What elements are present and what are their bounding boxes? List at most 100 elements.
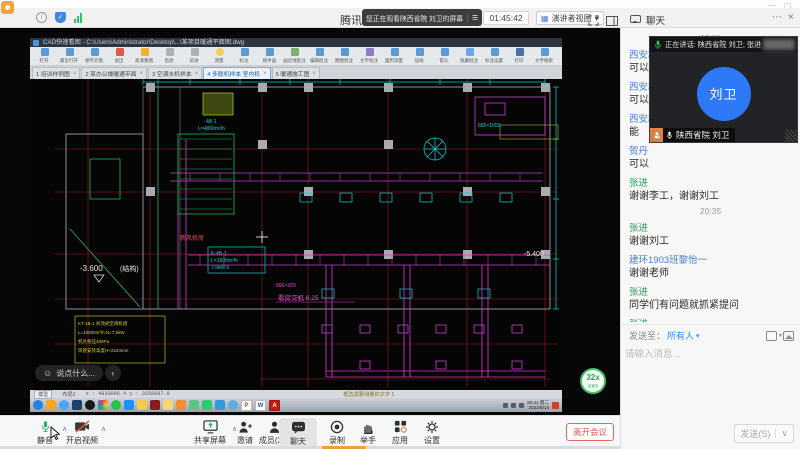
svg-text:KT-1B-1 吊顶式空调机组: KT-1B-1 吊顶式空调机组 xyxy=(78,320,128,327)
cad-file-tab: 2 某办公楼暖通平面× xyxy=(81,67,147,79)
cad-tool: 打印 xyxy=(507,48,532,64)
caret-down-icon[interactable]: ▾ xyxy=(696,332,700,340)
meeting-info-icon[interactable]: i xyxy=(36,12,47,23)
meeting-top-bar: i ✓ 腾讯会议 您正在观看陕西省院 刘卫的屏幕 ☰ 01:45:42 ▦ 演讲… xyxy=(0,8,800,28)
highlight-fan xyxy=(203,93,233,115)
apps-grid-icon xyxy=(394,420,407,433)
meeting-timer: 01:45:42 xyxy=(483,11,529,25)
room-label: 新风机房 xyxy=(180,234,204,242)
avatar: 刘卫 xyxy=(697,67,751,121)
tray-icon xyxy=(511,403,516,408)
svg-text:800×320: 800×320 xyxy=(276,283,296,289)
cursor-crosshair xyxy=(256,231,268,243)
taskbar-app-icon xyxy=(33,400,43,410)
send-options-caret-icon[interactable]: ∨ xyxy=(781,428,788,439)
notification-badge xyxy=(552,402,559,409)
leave-meeting-button[interactable]: 离开会议 xyxy=(566,423,614,441)
chat-bubble-icon xyxy=(630,15,641,23)
tab-close-icon: × xyxy=(312,71,316,77)
quick-chat-placeholder[interactable]: 说点什么... xyxy=(56,368,95,379)
svg-text:(结构): (结构) xyxy=(120,264,139,273)
cad-tab-bar: 1 培训样例图× 2 某办公楼暖通平面× 3 空调水机样本× 4 多联机样本 室… xyxy=(30,66,562,79)
chat-more-icon[interactable]: ⋯ xyxy=(772,12,782,23)
taskbar-app-icon xyxy=(137,400,147,410)
tab-close-icon: × xyxy=(263,71,267,77)
svg-text:机外余压480Pa: 机外余压480Pa xyxy=(78,338,110,345)
shared-windows-taskbar: P W A 20:41 周二 2022/6/14 xyxy=(30,398,562,412)
chat-button[interactable]: 聊天 xyxy=(279,418,317,449)
chat-close-icon[interactable]: × xyxy=(788,12,794,23)
settings-button[interactable]: 设置 xyxy=(410,419,454,446)
watching-label: 您正在观看陕西省院 刘卫的屏幕 xyxy=(366,13,463,23)
taskbar-app-icon xyxy=(98,400,108,410)
image-icon[interactable] xyxy=(783,331,794,341)
model-tab: 模型 xyxy=(34,390,52,399)
floor-plan-drawing: K-4B-1 L=1500m³/h 7.5kW 6 4B-1 L=4800m³/… xyxy=(30,79,562,390)
send-to-row: 发送至： 所有人 ▾ xyxy=(629,329,794,342)
cad-tool: 画云线批注 xyxy=(282,48,307,64)
share-screen-icon xyxy=(203,420,218,434)
menu-icon[interactable]: ☰ xyxy=(472,14,478,22)
participant-name-bar: 陕西省院 刘卫 xyxy=(650,128,735,142)
security-shield-icon[interactable]: ✓ xyxy=(55,12,66,23)
tab-close-icon: × xyxy=(195,71,199,77)
cad-tool: 高清看图 xyxy=(132,48,157,64)
invite-person-icon xyxy=(238,420,253,434)
taskbar-app-icon xyxy=(59,400,69,410)
desktop-strip xyxy=(0,0,800,8)
speaker-video-thumbnail[interactable]: 正在讲话: 陕西省院 刘卫; 张进 刘卫 陕西省院 刘卫 xyxy=(650,37,797,142)
mouse-cursor xyxy=(50,426,62,440)
participant-name: 陕西省院 刘卫 xyxy=(676,129,729,141)
taskbar-clock: 20:41 周二 2022/6/14 xyxy=(527,400,549,410)
floating-app-icon[interactable] xyxy=(1,1,14,14)
taskbar-app-icon xyxy=(189,400,199,410)
cad-file-tab: 3 空调水机样本× xyxy=(148,67,202,79)
mic-icon xyxy=(666,131,673,140)
chat-sender: 贺丹 xyxy=(629,143,792,157)
quick-chat-bubble[interactable]: ☺ 说点什么... ‹ xyxy=(35,365,121,381)
chat-message: 谢谢李工，谢谢刘工 xyxy=(629,190,792,203)
network-signal-icon xyxy=(74,13,82,23)
gear-icon xyxy=(425,420,439,434)
send-button[interactable]: 发送(S) ∨ xyxy=(734,424,794,443)
cad-file-tab-active: 4 多联机样本 室内机× xyxy=(203,67,270,79)
chat-input[interactable] xyxy=(625,346,797,424)
watching-screen-pill[interactable]: 您正在观看陕西省院 刘卫的屏幕 ☰ xyxy=(362,9,482,26)
chat-sender: 张进 xyxy=(629,220,792,234)
powerpoint-icon: P xyxy=(241,400,252,411)
start-video-button[interactable]: 开启视频 xyxy=(60,419,104,446)
chat-message: 谢谢老师 xyxy=(629,267,792,280)
chat-sender: 张进 xyxy=(629,284,792,298)
pdf-icon: A xyxy=(269,400,280,411)
tray-icon xyxy=(519,403,524,408)
video-options-chevron[interactable]: ∧ xyxy=(101,425,106,433)
chat-timestamp: 20:35 xyxy=(629,206,792,216)
hand-icon xyxy=(362,420,374,434)
view-mode-label: 演讲者视图 xyxy=(552,13,592,24)
taskbar-app-icon xyxy=(150,400,160,410)
cad-tool: 打开 xyxy=(32,48,57,64)
emoji-icon[interactable]: ☺ xyxy=(43,368,52,378)
screenshot-icon[interactable] xyxy=(766,331,777,341)
svg-text:L=10000m³/h N=7.5kW: L=10000m³/h N=7.5kW xyxy=(78,330,125,335)
resize-hatch xyxy=(650,130,662,142)
word-icon: W xyxy=(255,400,266,411)
yellow-notes-block: KT-1B-1 吊顶式空调机组 L=10000m³/h N=7.5kW 机外余压… xyxy=(75,125,558,363)
taskbar-app-icon xyxy=(111,400,121,410)
chat-sender: 建环1903班黎怡一 xyxy=(629,252,792,266)
mic-icon xyxy=(654,40,662,50)
cad-tool: 面积测量 xyxy=(382,48,407,64)
blurred-region xyxy=(763,39,795,50)
taskbar-app-icon xyxy=(202,400,212,410)
svg-text:L=1500m³/h: L=1500m³/h xyxy=(211,258,238,264)
divider xyxy=(621,324,800,325)
cad-tool: 保存云盘 xyxy=(82,48,107,64)
chat-message: 可以 xyxy=(629,158,792,171)
resize-hatch xyxy=(785,130,797,142)
cad-window-title: CAD快速看图 - C:\Users\Administrator\Desktop… xyxy=(30,38,562,47)
collapse-icon[interactable]: ‹ xyxy=(105,365,121,381)
chat-bubble-icon xyxy=(291,421,306,434)
svg-text:看房交机 6.25: 看房交机 6.25 xyxy=(278,293,319,302)
send-to-value[interactable]: 所有人 xyxy=(667,329,694,342)
chat-message: 谢谢刘工 xyxy=(629,235,792,248)
